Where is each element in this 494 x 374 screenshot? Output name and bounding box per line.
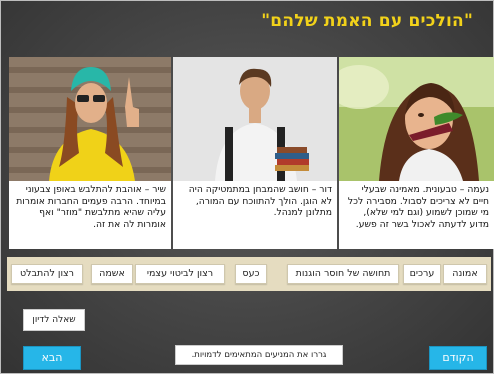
character-photo-dor (173, 57, 337, 181)
question-for-discussion-button[interactable]: שאלה לדיון (23, 309, 85, 331)
chip-emuna[interactable]: אמונה (443, 264, 487, 284)
chip-guilt[interactable]: אשמה (91, 264, 133, 284)
previous-button[interactable]: הקודם (429, 346, 487, 370)
motives-bank: אמונה ערכים תחושה של חוסר הוגנות כעס רצו… (7, 257, 491, 291)
character-description-naama: נעמה – טבעונית. מאמינה שבעלי חיים לא צרי… (347, 184, 489, 230)
character-description-shir: שיר – אוהבת להתלבש באופן צבעוני במיוחד. … (16, 184, 166, 230)
character-description-dor: דור – חושב שהמבחן במתמטיקה היה לא הוגן. … (188, 184, 332, 219)
character-photo-naama (339, 57, 494, 181)
activity-stage: "הולכים עם האמת שלהם" נעמה – טבעונית. מא… (0, 0, 494, 374)
chip-stand-out[interactable]: רצון להתבלט (11, 264, 83, 284)
page-title: "הולכים עם האמת שלהם" (261, 11, 473, 31)
character-card-naama[interactable]: נעמה – טבעונית. מאמינה שבעלי חיים לא צרי… (339, 57, 494, 249)
character-card-dor[interactable]: דור – חושב שהמבחן במתמטיקה היה לא הוגן. … (173, 57, 337, 249)
character-card-shir[interactable]: שיר – אוהבת להתלבש באופן צבעוני במיוחד. … (9, 57, 171, 249)
chip-arachim[interactable]: ערכים (403, 264, 441, 284)
chip-unfairness[interactable]: תחושה של חוסר הוגנות (287, 264, 399, 284)
instruction-text: גררו את המניעים המתאימים לדמויות. (175, 345, 343, 365)
next-button[interactable]: הבא (23, 346, 81, 370)
chip-anger[interactable]: כעס (235, 264, 267, 284)
chip-self-expression[interactable]: רצון לביטוי עצמי (135, 264, 225, 284)
character-photo-shir (9, 57, 171, 181)
